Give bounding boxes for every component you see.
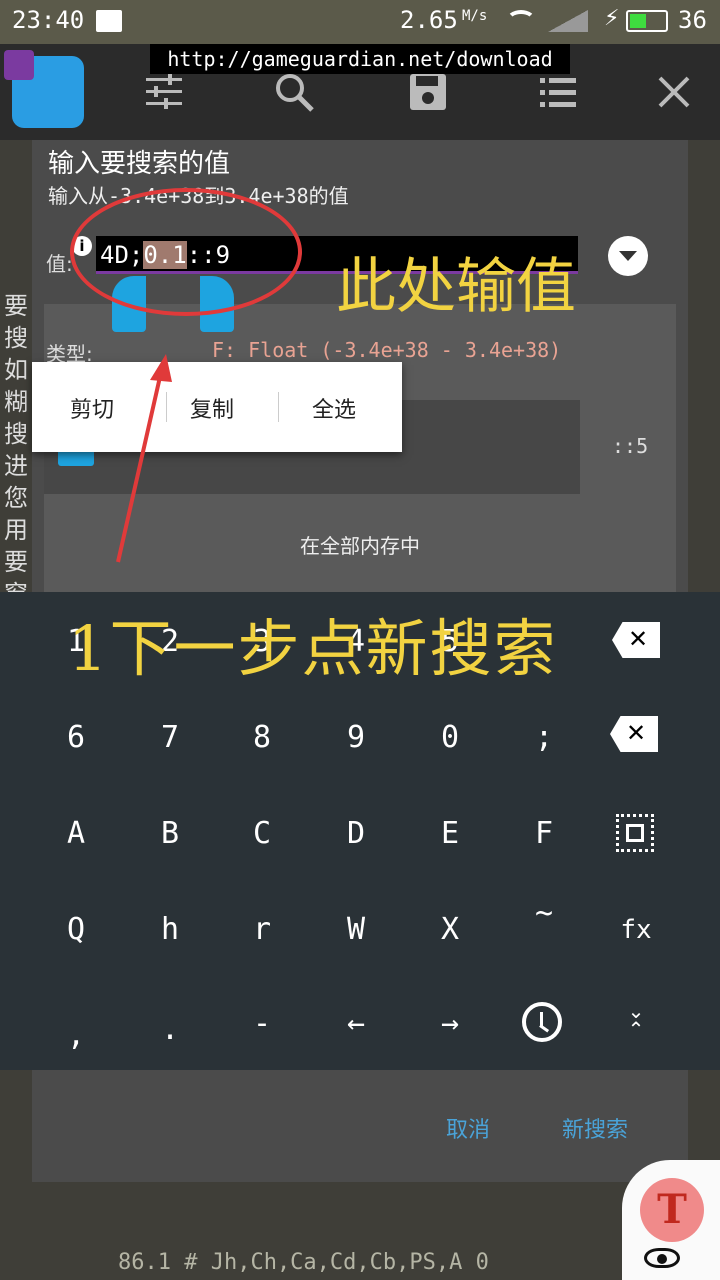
collapse-keyboard-icon[interactable]: ⌄ ⌃ [618, 1001, 654, 1042]
search-icon[interactable] [272, 70, 316, 114]
key-f[interactable]: F [514, 804, 574, 864]
select-all-icon[interactable] [616, 814, 654, 852]
wifi-icon [506, 10, 536, 32]
status-speed: 2.65 [400, 6, 458, 34]
key-8[interactable]: 8 [232, 708, 292, 768]
status-speed-unit: M/s [462, 8, 488, 24]
arrow-left-icon[interactable]: ← [326, 994, 386, 1054]
battery-icon [626, 10, 668, 32]
status-time: 23:40 [12, 6, 85, 34]
cancel-button[interactable]: 取消 [446, 1112, 490, 1144]
select-all-menu-item[interactable]: 全选 [312, 392, 356, 424]
close-icon[interactable] [652, 70, 696, 114]
eye-icon[interactable] [644, 1248, 680, 1268]
settings-sliders-icon[interactable] [142, 70, 186, 114]
key-e[interactable]: E [420, 804, 480, 864]
new-search-button[interactable]: 新搜索 [562, 1112, 628, 1144]
key-6[interactable]: 6 [46, 708, 106, 768]
history-dropdown-button[interactable] [608, 236, 648, 276]
type-select[interactable]: F: Float (-3.4e+38 - 3.4e+38) [212, 338, 561, 362]
list-icon[interactable] [536, 70, 580, 114]
key-fx[interactable]: fx [606, 900, 666, 960]
key-c[interactable]: C [232, 804, 292, 864]
menu-divider [278, 392, 279, 422]
key-b[interactable]: B [140, 804, 200, 864]
key-h[interactable]: h [140, 900, 200, 960]
gallery-icon [96, 10, 122, 32]
key-a[interactable]: A [46, 804, 106, 864]
copy-menu-item[interactable]: 复制 [190, 392, 234, 424]
key-r[interactable]: r [232, 900, 292, 960]
value-label: 值: [46, 252, 73, 276]
key-tilde[interactable]: ~ [514, 884, 574, 944]
key-w[interactable]: W [326, 900, 386, 960]
download-url-banner: http://gameguardian.net/download [150, 44, 570, 74]
key-d[interactable]: D [326, 804, 386, 864]
key-9[interactable]: 9 [326, 708, 386, 768]
key-q[interactable]: Q [46, 900, 106, 960]
background-bottom-text: 86.1 # Jh,Ch,Ca,Cd,Cb,PS,A 0 [118, 1250, 489, 1275]
key-period[interactable]: . [140, 1000, 200, 1060]
key-0[interactable]: 0 [420, 708, 480, 768]
save-icon[interactable] [406, 70, 450, 114]
annotation-circle [70, 188, 302, 316]
key-minus[interactable]: - [232, 994, 292, 1054]
charging-icon: ⚡ [604, 6, 620, 31]
text-tool-icon[interactable]: T [640, 1178, 704, 1242]
annotation-input-hint: 此处输值 [336, 252, 576, 322]
key-x[interactable]: X [420, 900, 480, 960]
keyboard-edge [0, 592, 32, 1070]
gg-badge-icon [4, 50, 34, 80]
keyboard-edge [688, 592, 720, 1070]
dialog-title: 输入要搜索的值 [48, 149, 231, 179]
battery-level: 36 [678, 6, 707, 34]
text-context-menu: 剪切 复制 全选 [32, 362, 402, 452]
signal-icon [548, 10, 588, 32]
history-icon[interactable] [522, 1002, 562, 1042]
key-7[interactable]: 7 [140, 708, 200, 768]
key-semicolon[interactable]: ; [514, 708, 574, 768]
key-comma[interactable]: , [46, 1006, 106, 1066]
annotation-arrow [116, 354, 172, 563]
range-value: ::5 [612, 434, 649, 458]
status-bar: 23:40 2.65 M/s ⚡ 36 [0, 0, 720, 44]
annotation-next-step: 1下一步点新搜索 [68, 612, 558, 685]
arrow-right-icon[interactable]: → [420, 994, 480, 1054]
